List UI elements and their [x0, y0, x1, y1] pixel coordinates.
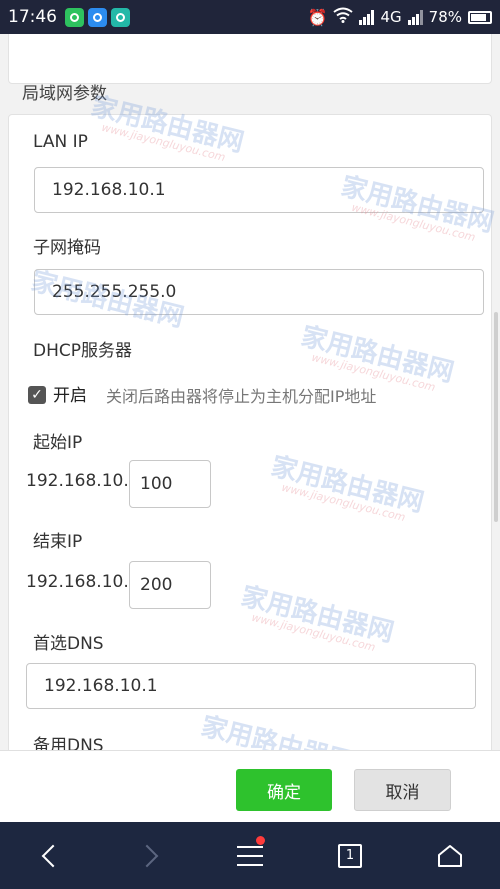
cell-signal-2-icon	[407, 9, 423, 25]
dhcp-server-label: DHCP服务器	[33, 341, 132, 361]
primary-dns-input[interactable]: 192.168.10.1	[26, 663, 476, 709]
forward-button[interactable]	[120, 822, 180, 889]
tabs-button[interactable]: 1	[320, 822, 380, 889]
end-ip-label: 结束IP	[33, 532, 83, 552]
status-bar: 17:46 ⏰ 4G 78%	[0, 0, 500, 34]
dhcp-enable-checkbox[interactable]: ✓	[28, 386, 46, 404]
backup-dns-label: 备用DNS	[33, 736, 104, 750]
start-ip-label: 起始IP	[33, 433, 83, 453]
status-time: 17:46	[8, 7, 57, 27]
end-ip-prefix: 192.168.10.	[26, 572, 129, 592]
menu-button[interactable]	[220, 822, 280, 889]
browser-app-icon	[88, 7, 107, 27]
previous-section-card	[8, 34, 492, 84]
alarm-icon: ⏰	[307, 7, 328, 27]
lan-settings-card: LAN IP 192.168.10.1 子网掩码 255.255.255.0 D…	[8, 114, 492, 750]
browser-nav-bar: 1	[0, 822, 500, 889]
cell-signal-icon	[359, 9, 375, 25]
chevron-right-icon	[135, 844, 159, 867]
end-ip-input[interactable]: 200	[129, 561, 211, 609]
notification-dot	[256, 836, 265, 845]
dhcp-hint-text: 关闭后路由器将停止为主机分配IP地址	[106, 387, 377, 406]
battery-percent: 78%	[428, 8, 462, 26]
wifi-icon	[333, 7, 354, 28]
scan-app-icon	[111, 7, 130, 27]
action-footer: 确定 取消	[0, 750, 500, 822]
subnet-mask-input[interactable]: 255.255.255.0	[34, 269, 484, 315]
lan-ip-label: LAN IP	[33, 132, 88, 152]
back-button[interactable]	[20, 822, 80, 889]
tab-count: 1	[338, 843, 362, 868]
start-ip-prefix: 192.168.10.	[26, 471, 129, 491]
network-type: 4G	[380, 8, 402, 26]
cancel-button[interactable]: 取消	[354, 769, 451, 811]
home-button[interactable]	[420, 822, 480, 889]
battery-icon	[468, 10, 492, 24]
scrollbar[interactable]	[494, 312, 498, 522]
chevron-left-icon	[41, 844, 65, 867]
dhcp-enable-label[interactable]: 开启	[53, 381, 87, 406]
menu-icon	[237, 845, 263, 866]
lan-ip-input[interactable]: 192.168.10.1	[34, 167, 484, 213]
home-icon	[438, 844, 462, 867]
confirm-button[interactable]: 确定	[236, 769, 332, 811]
sync-app-icon	[65, 7, 84, 27]
section-title: 局域网参数	[22, 84, 107, 104]
subnet-mask-label: 子网掩码	[33, 238, 101, 258]
primary-dns-label: 首选DNS	[33, 634, 104, 654]
settings-content[interactable]: 局域网参数 LAN IP 192.168.10.1 子网掩码 255.255.2…	[0, 34, 500, 750]
start-ip-input[interactable]: 100	[129, 460, 211, 508]
